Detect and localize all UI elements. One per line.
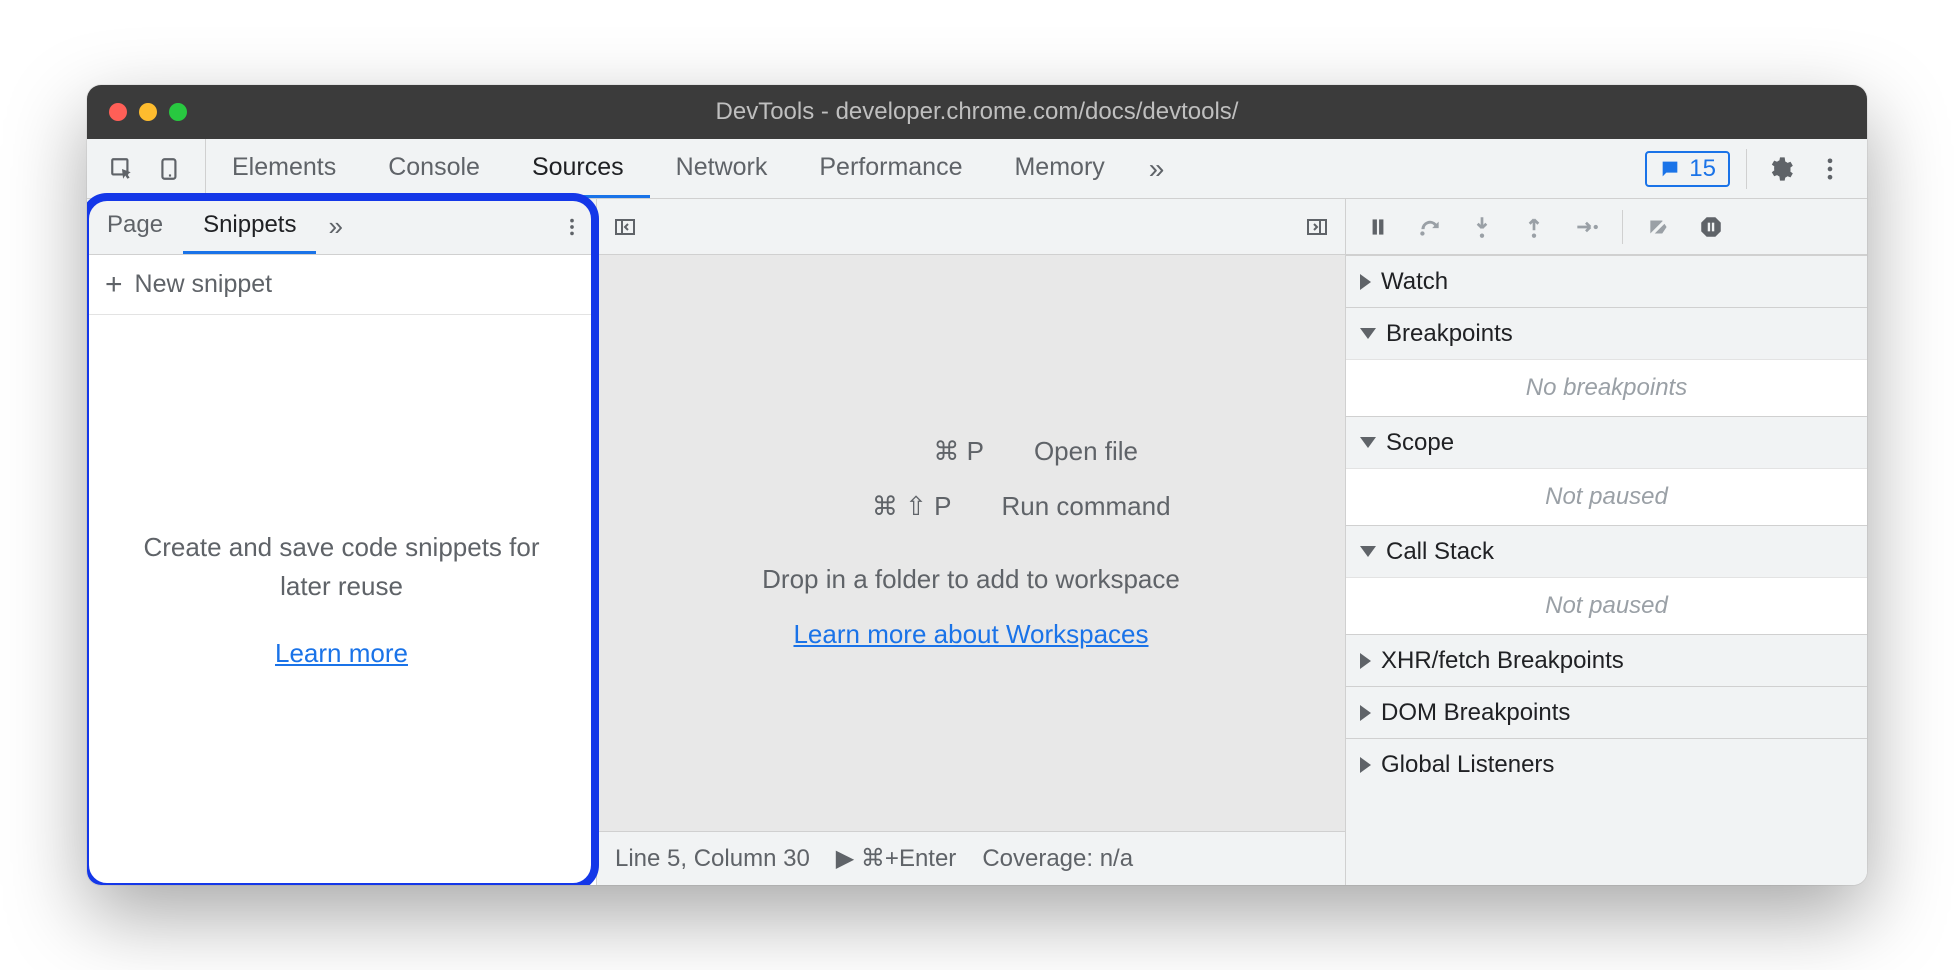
chevron-right-icon bbox=[1360, 705, 1371, 721]
drop-folder-text: Drop in a folder to add to workspace bbox=[762, 564, 1180, 595]
callstack-empty-text: Not paused bbox=[1346, 577, 1867, 634]
coverage-status: Coverage: n/a bbox=[982, 845, 1133, 873]
shortcut-keys: ⌘ ⇧ P bbox=[771, 491, 951, 522]
section-label: Scope bbox=[1386, 429, 1454, 457]
issues-count: 15 bbox=[1689, 155, 1716, 183]
divider bbox=[1622, 210, 1623, 244]
snippets-empty-state: Create and save code snippets for later … bbox=[87, 315, 596, 885]
editor-status-bar: Line 5, Column 30 ▶ ⌘+Enter Coverage: n/… bbox=[597, 831, 1345, 885]
close-window-button[interactable] bbox=[109, 103, 127, 121]
nav-options-icon[interactable] bbox=[548, 199, 596, 254]
nav-tab-page[interactable]: Page bbox=[87, 199, 183, 254]
zoom-window-button[interactable] bbox=[169, 103, 187, 121]
main-tabs: Elements Console Sources Network Perform… bbox=[206, 139, 1625, 198]
tab-console[interactable]: Console bbox=[362, 139, 506, 198]
tab-elements[interactable]: Elements bbox=[206, 139, 362, 198]
cursor-position: Line 5, Column 30 bbox=[615, 845, 810, 873]
chevron-right-icon bbox=[1360, 757, 1371, 773]
run-snippet-hint[interactable]: ▶ ⌘+Enter bbox=[836, 844, 957, 873]
inspect-element-icon[interactable] bbox=[105, 152, 139, 186]
shortcut-open-file: ⌘ P Open file bbox=[804, 436, 1138, 467]
new-snippet-label: New snippet bbox=[135, 270, 273, 299]
minimize-window-button[interactable] bbox=[139, 103, 157, 121]
editor-empty-area[interactable]: ⌘ P Open file ⌘ ⇧ P Run command Drop in … bbox=[597, 255, 1345, 831]
nav-tab-snippets[interactable]: Snippets bbox=[183, 199, 316, 254]
chevron-down-icon bbox=[1360, 546, 1376, 557]
settings-icon[interactable] bbox=[1763, 152, 1797, 186]
section-dom-breakpoints[interactable]: DOM Breakpoints bbox=[1346, 686, 1867, 738]
divider bbox=[1746, 149, 1747, 189]
new-snippet-button[interactable]: + New snippet bbox=[87, 255, 596, 315]
pause-on-exceptions-icon[interactable] bbox=[1695, 211, 1727, 243]
section-label: Breakpoints bbox=[1386, 320, 1513, 348]
section-label: DOM Breakpoints bbox=[1381, 699, 1570, 727]
shortcut-desc: Run command bbox=[1001, 491, 1170, 522]
section-label: Call Stack bbox=[1386, 538, 1494, 566]
step-out-icon[interactable] bbox=[1518, 211, 1550, 243]
chevron-down-icon bbox=[1360, 328, 1376, 339]
pause-script-icon[interactable] bbox=[1362, 211, 1394, 243]
tabbar-right: 15 bbox=[1625, 139, 1867, 198]
breakpoints-empty-text: No breakpoints bbox=[1346, 359, 1867, 416]
section-callstack[interactable]: Call Stack bbox=[1346, 525, 1867, 577]
section-label: Global Listeners bbox=[1381, 751, 1554, 779]
section-breakpoints[interactable]: Breakpoints bbox=[1346, 307, 1867, 359]
chevron-down-icon bbox=[1360, 437, 1376, 448]
device-toolbar-icon[interactable] bbox=[153, 152, 187, 186]
debugger-panel: Watch Breakpoints No breakpoints Scope N… bbox=[1345, 199, 1867, 885]
hide-debugger-icon[interactable] bbox=[1301, 211, 1333, 243]
tabbar-left-icons bbox=[87, 139, 206, 198]
tab-memory[interactable]: Memory bbox=[988, 139, 1130, 198]
panels-body: Page Snippets » + New snippet Create and… bbox=[87, 199, 1867, 885]
tab-performance[interactable]: Performance bbox=[793, 139, 988, 198]
section-scope[interactable]: Scope bbox=[1346, 416, 1867, 468]
section-label: Watch bbox=[1381, 268, 1448, 296]
nav-more-tabs-icon[interactable]: » bbox=[316, 199, 354, 254]
more-tabs-icon[interactable]: » bbox=[1131, 139, 1183, 198]
deactivate-breakpoints-icon[interactable] bbox=[1643, 211, 1675, 243]
scope-empty-text: Not paused bbox=[1346, 468, 1867, 525]
tab-network[interactable]: Network bbox=[650, 139, 794, 198]
section-watch[interactable]: Watch bbox=[1346, 255, 1867, 307]
snippets-empty-text: Create and save code snippets for later … bbox=[127, 528, 556, 606]
shortcut-keys: ⌘ P bbox=[804, 436, 984, 467]
titlebar: DevTools - developer.chrome.com/docs/dev… bbox=[87, 85, 1867, 139]
issues-badge[interactable]: 15 bbox=[1645, 151, 1730, 187]
traffic-lights bbox=[109, 103, 187, 121]
editor-panel: ⌘ P Open file ⌘ ⇧ P Run command Drop in … bbox=[597, 199, 1345, 885]
debug-toolbar bbox=[1346, 199, 1867, 255]
section-xhr-breakpoints[interactable]: XHR/fetch Breakpoints bbox=[1346, 634, 1867, 686]
tab-sources[interactable]: Sources bbox=[506, 139, 650, 198]
step-over-icon[interactable] bbox=[1414, 211, 1446, 243]
step-into-icon[interactable] bbox=[1466, 211, 1498, 243]
more-options-icon[interactable] bbox=[1813, 152, 1847, 186]
devtools-window: DevTools - developer.chrome.com/docs/dev… bbox=[87, 85, 1867, 885]
chevron-right-icon bbox=[1360, 653, 1371, 669]
window-title: DevTools - developer.chrome.com/docs/dev… bbox=[87, 98, 1867, 126]
hide-navigator-icon[interactable] bbox=[609, 211, 641, 243]
plus-icon: + bbox=[105, 270, 123, 300]
editor-toolbar bbox=[597, 199, 1345, 255]
step-icon[interactable] bbox=[1570, 211, 1602, 243]
chevron-right-icon bbox=[1360, 274, 1371, 290]
shortcut-desc: Open file bbox=[1034, 436, 1138, 467]
shortcut-run-command: ⌘ ⇧ P Run command bbox=[771, 491, 1170, 522]
section-label: XHR/fetch Breakpoints bbox=[1381, 647, 1624, 675]
navigator-panel: Page Snippets » + New snippet Create and… bbox=[87, 199, 597, 885]
snippets-learn-more-link[interactable]: Learn more bbox=[275, 634, 408, 673]
workspaces-learn-more-link[interactable]: Learn more about Workspaces bbox=[793, 619, 1148, 650]
section-global-listeners[interactable]: Global Listeners bbox=[1346, 738, 1867, 790]
navigator-tabs: Page Snippets » bbox=[87, 199, 596, 255]
main-tabbar: Elements Console Sources Network Perform… bbox=[87, 139, 1867, 199]
